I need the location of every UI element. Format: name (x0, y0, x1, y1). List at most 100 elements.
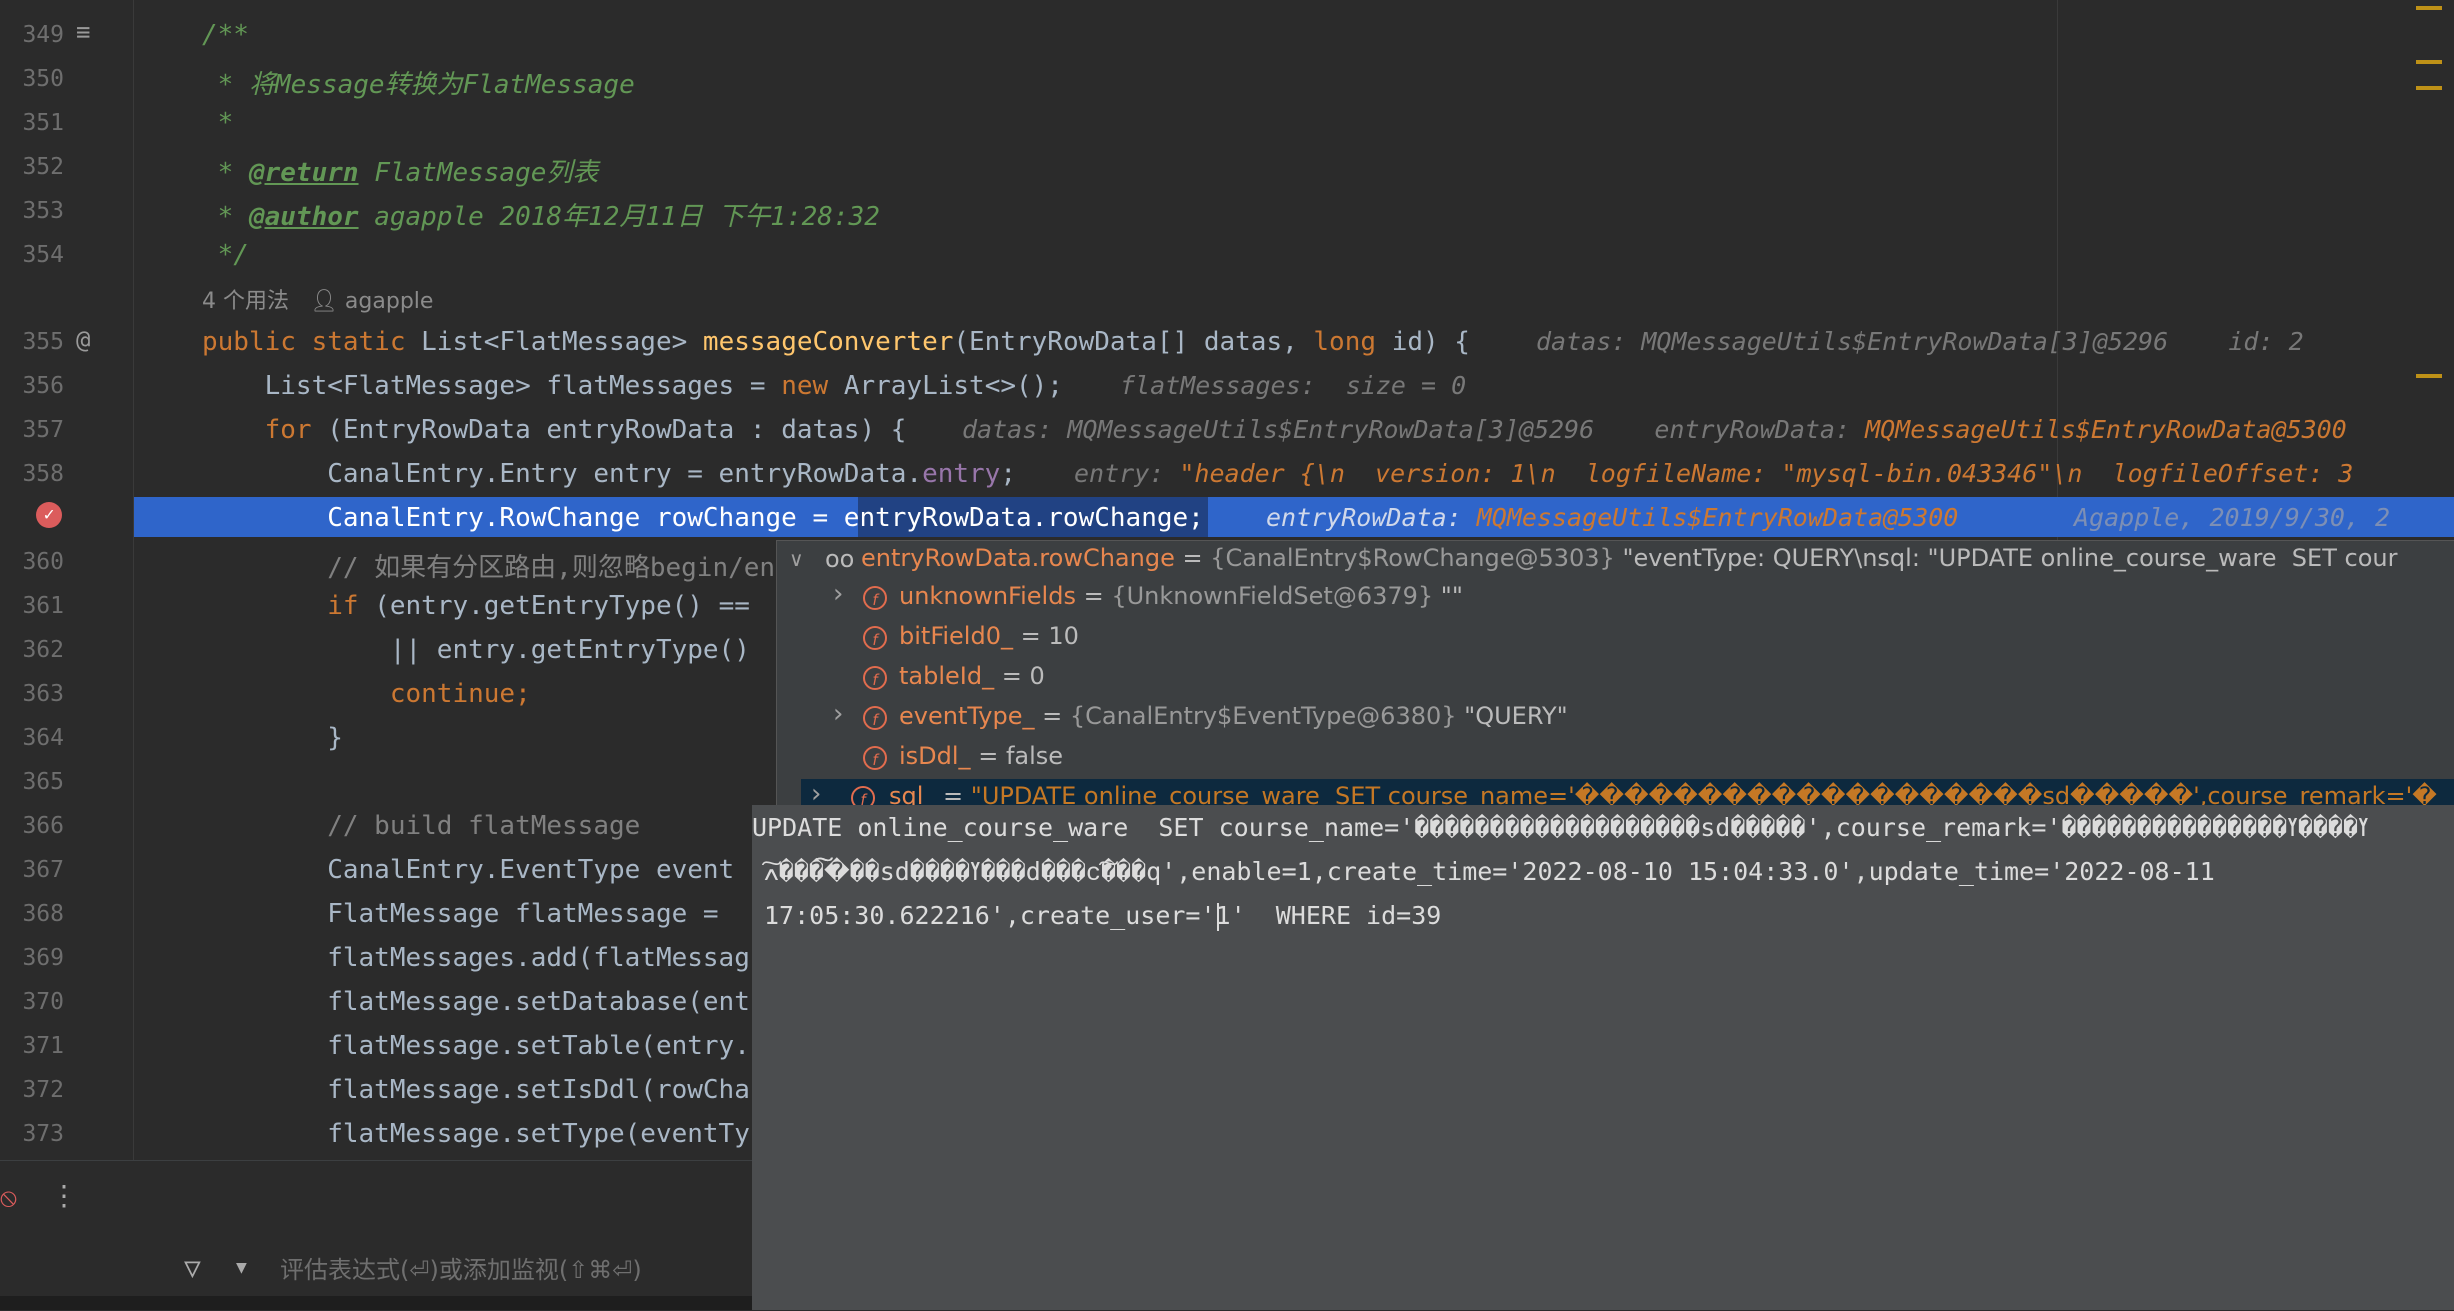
popup-field-row[interactable]: f isDdl_ = false (777, 739, 2454, 777)
code-line[interactable]: CanalEntry.EventType event (202, 855, 734, 885)
popup-field-row[interactable]: f bitField0_ = 10 (777, 619, 2454, 657)
code-token: CanalEntry.RowChange rowChange = entryRo… (202, 503, 1048, 533)
code-token: ; (1000, 459, 1016, 489)
scroll-marker[interactable] (2416, 86, 2442, 90)
code-line[interactable]: flatMessage.setDatabase(ent (202, 987, 750, 1017)
code-token: rowChange (1047, 503, 1189, 533)
code-line[interactable]: if (entry.getEntryType() == (202, 591, 750, 621)
line-number[interactable]: 372 (0, 1077, 64, 1103)
code-token: flatMessage.setDatabase(ent (202, 987, 750, 1017)
field-icon: f (863, 626, 887, 650)
code-token: CanalEntry.EventType event (202, 855, 735, 885)
chevron-down-icon[interactable]: ∨ (789, 547, 804, 571)
popup-field-row[interactable]: › f eventType_ = {CanalEntry$EventType@638… (777, 699, 2454, 737)
code-token: */ (202, 240, 249, 270)
inline-value-text: MQMessageUtils$EntryRowData@5300 (1476, 503, 1959, 532)
line-number[interactable]: 363 (0, 681, 64, 707)
popup-root-name: entryRowData.rowChange (861, 544, 1175, 572)
line-number[interactable]: 373 (0, 1121, 64, 1147)
code-line[interactable]: /** (202, 20, 249, 50)
line-number[interactable]: 367 (0, 857, 64, 883)
code-line[interactable]: flatMessage.setIsDdl(rowCha (202, 1075, 750, 1105)
code-token: (EntryRowData[] datas, (953, 327, 1314, 357)
inline-value-text: "header {\n version: 1\n logfileName: "m… (1179, 459, 2354, 488)
line-number[interactable]: 351 (0, 110, 64, 136)
code-line[interactable]: * @author agapple 2018年12月11日 下午1:28:32 (202, 196, 880, 233)
debug-value-popup[interactable]: ∨ oo entryRowData.rowChange = {CanalEntr… (776, 540, 2454, 817)
usages-author[interactable]: agapple (345, 289, 434, 314)
code-line[interactable]: flatMessages.add(flatMessag (202, 943, 750, 973)
line-number[interactable]: 365 (0, 769, 64, 795)
implementation-marker-icon[interactable]: @ (76, 326, 90, 354)
popup-field-row[interactable]: › f unknownFields = {UnknownFieldSet@6379}… (777, 579, 2454, 617)
line-number[interactable]: 356 (0, 373, 64, 399)
popup-root-row[interactable]: ∨ oo entryRowData.rowChange = {CanalEntr… (777, 541, 2454, 579)
watch-expression-input[interactable]: 评估表达式(⏎)或添加监视(⇧⌘⏎) (280, 1250, 642, 1285)
code-line[interactable]: public static List<FlatMessage> messageC… (202, 327, 1470, 357)
line-number[interactable]: 355 (0, 329, 64, 355)
code-line[interactable]: flatMessage.setType(eventTy (202, 1119, 750, 1149)
usages-count[interactable]: 4 个用法 (202, 289, 289, 314)
chevron-right-icon[interactable]: › (833, 579, 843, 609)
line-number[interactable]: 364 (0, 725, 64, 751)
scroll-marker[interactable] (2416, 374, 2442, 378)
line-number[interactable]: 366 (0, 813, 64, 839)
code-line[interactable]: // 如果有分区路由,则忽略begin/en (202, 547, 775, 584)
code-line[interactable]: List<FlatMessage> flatMessages = new Arr… (202, 371, 1063, 401)
tooltip-line-1: UPDATE online_course_ware SET course_nam… (752, 813, 2369, 842)
line-number[interactable]: 371 (0, 1033, 64, 1059)
code-line[interactable]: flatMessage.setTable(entry. (202, 1031, 750, 1061)
code-line[interactable]: CanalEntry.RowChange rowChange = entryRo… (202, 503, 1204, 533)
code-line[interactable]: * 将Message转换为FlatMessage (202, 64, 635, 101)
popup-field-row[interactable]: f tableId_ = 0 (777, 659, 2454, 697)
filter-icon[interactable]: ▽ (184, 1251, 201, 1284)
line-number[interactable]: 352 (0, 154, 64, 180)
code-line[interactable]: * @return FlatMessage列表 (202, 152, 599, 189)
debug-panel[interactable]: ⦸ ⋮ ▽ ▼ (0, 1160, 752, 1311)
code-line[interactable]: // build flatMessage (202, 811, 640, 841)
chevron-down-icon[interactable]: ▼ (236, 1257, 247, 1278)
code-line[interactable]: */ (202, 240, 249, 270)
value-tooltip[interactable]: UPDATE online_course_ware SET course_nam… (752, 805, 2454, 1310)
code-token: CanalEntry.Entry entry = entryRowData. (202, 459, 923, 489)
code-line[interactable]: } (202, 723, 343, 753)
inline-value-h355: datas: MQMessageUtils$EntryRowData[3]@52… (1536, 327, 2304, 356)
usages-inlay[interactable]: 4 个用法 👤︎ agapple (202, 283, 433, 315)
line-number[interactable]: 370 (0, 989, 64, 1015)
text-cursor (1217, 903, 1219, 931)
code-line[interactable]: continue; (202, 679, 531, 709)
line-number[interactable]: 369 (0, 945, 64, 971)
more-options-icon[interactable]: ⋮ (50, 1179, 78, 1212)
code-line[interactable]: CanalEntry.Entry entry = entryRowData.en… (202, 459, 1016, 489)
line-number[interactable]: 357 (0, 417, 64, 443)
code-line[interactable]: for (EntryRowData entryRowData : datas) … (202, 415, 907, 445)
chevron-right-icon[interactable]: › (833, 699, 843, 729)
code-token: FlatMessage flatMessage = (202, 899, 735, 929)
line-number[interactable]: 362 (0, 637, 64, 663)
line-number[interactable]: 358 (0, 461, 64, 487)
code-token: List<FlatMessage> (421, 327, 703, 357)
inline-value-h358: entry: "header {\n version: 1\n logfileN… (1074, 459, 2353, 488)
breakpoint-icon[interactable]: ✓ (36, 502, 62, 528)
line-number[interactable]: 353 (0, 198, 64, 224)
line-number[interactable]: 361 (0, 593, 64, 619)
code-line[interactable]: || entry.getEntryType() (202, 635, 750, 665)
line-number[interactable]: 354 (0, 242, 64, 268)
tooltip-line-2: ͠ߍ����͠͠��sd����ߌ���d���ᴄ͠���q',enable=1… (764, 857, 2215, 886)
git-blame-annotation[interactable]: Agapple, 2019/9/30, 2 (2074, 503, 2390, 532)
code-token: (EntryRowData entryRowData : datas) { (327, 415, 907, 445)
code-line[interactable]: * (202, 108, 234, 138)
code-token: List<FlatMessage> flatMessages = (202, 371, 782, 401)
line-number[interactable]: 368 (0, 901, 64, 927)
mute-breakpoints-icon[interactable]: ⦸ (0, 1183, 17, 1214)
scroll-marker[interactable] (2416, 6, 2442, 10)
code-line[interactable]: FlatMessage flatMessage = (202, 899, 734, 929)
line-number[interactable]: 349 (0, 22, 64, 48)
doc-render-icon[interactable]: ≡ (76, 18, 90, 46)
code-token: * (202, 202, 249, 232)
line-number[interactable]: 350 (0, 66, 64, 92)
scroll-marker[interactable] (2416, 60, 2442, 64)
line-number[interactable]: 360 (0, 549, 64, 575)
